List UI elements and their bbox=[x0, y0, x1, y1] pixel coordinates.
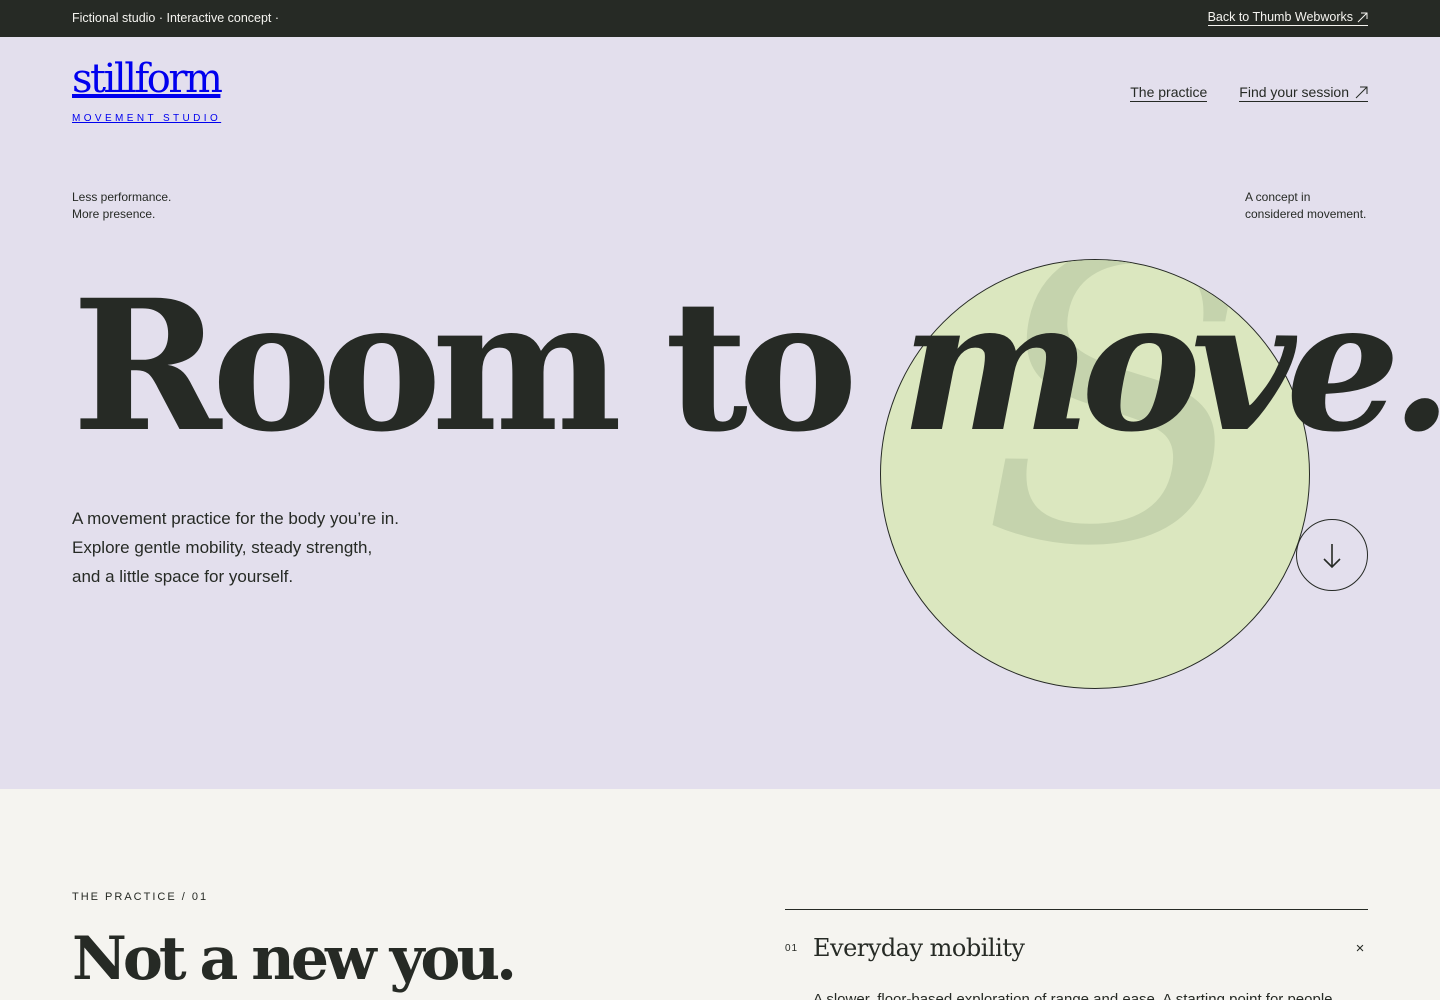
tagline-right-line-1: A concept in bbox=[1245, 190, 1311, 204]
nav-the-practice[interactable]: The practice bbox=[1130, 84, 1208, 102]
accordion-item-number: 01 bbox=[785, 943, 799, 954]
main-nav: The practice Find your session bbox=[1130, 84, 1368, 102]
accordion-item-title: Everyday mobility bbox=[813, 934, 1025, 962]
logo-subtitle: MOVEMENT STUDIO bbox=[72, 113, 222, 124]
back-to-thumb-webworks-link[interactable]: Back to Thumb Webworks bbox=[1207, 10, 1368, 26]
hero-tagline-left: Less performance. More presence. bbox=[72, 189, 171, 223]
back-link-label: Back to Thumb Webworks bbox=[1207, 10, 1353, 24]
tagline-left-line-2: More presence. bbox=[72, 207, 156, 221]
nav-practice-label: The practice bbox=[1130, 84, 1208, 100]
hero-intro: A movement practice for the body you’re … bbox=[72, 504, 399, 591]
tagline-left-line-1: Less performance. bbox=[72, 190, 172, 204]
hero-headline: Room to move. bbox=[72, 277, 1440, 457]
headline-italic: move. bbox=[900, 261, 1440, 472]
hero-section: stillform MOVEMENT STUDIO The practice F… bbox=[0, 37, 1440, 789]
scroll-down-button[interactable] bbox=[1296, 519, 1368, 591]
arrow-up-right-icon bbox=[1357, 12, 1368, 22]
intro-line-3: and a little space for yourself. bbox=[72, 567, 294, 586]
intro-line-1: A movement practice for the body you’re … bbox=[72, 509, 399, 528]
accordion-item-body: A slower, floor-based exploration of ran… bbox=[813, 991, 1333, 1000]
practice-accordion: 01 Everyday mobility × A slower, floor-b… bbox=[785, 909, 1368, 1000]
tagline-right-line-2: considered movement. bbox=[1245, 207, 1367, 221]
arrow-down-icon bbox=[1323, 544, 1341, 569]
top-announcement-bar: Fictional studio · Interactive concept ·… bbox=[0, 0, 1440, 37]
section-eyebrow: THE PRACTICE / 01 bbox=[72, 891, 209, 903]
intro-line-2: Explore gentle mobility, steady strength… bbox=[72, 538, 373, 557]
headline-regular: Room to bbox=[72, 261, 901, 472]
stillform-logo[interactable]: stillform MOVEMENT STUDIO bbox=[72, 56, 223, 124]
accordion-item-header[interactable]: 01 Everyday mobility × bbox=[785, 910, 1368, 989]
hero-tagline-right: A concept in considered movement. bbox=[1245, 189, 1366, 223]
nav-session-label: Find your session bbox=[1239, 84, 1349, 100]
section-title: Not a new you. bbox=[72, 924, 517, 994]
practice-section: THE PRACTICE / 01 Not a new you. 01 Ever… bbox=[0, 789, 1440, 1000]
close-icon[interactable]: × bbox=[1352, 941, 1368, 957]
topbar-label: Fictional studio · Interactive concept · bbox=[72, 11, 280, 25]
arrow-up-right-icon bbox=[1355, 86, 1368, 98]
logo-wordmark: stillform bbox=[72, 56, 223, 102]
nav-find-your-session[interactable]: Find your session bbox=[1239, 84, 1368, 102]
